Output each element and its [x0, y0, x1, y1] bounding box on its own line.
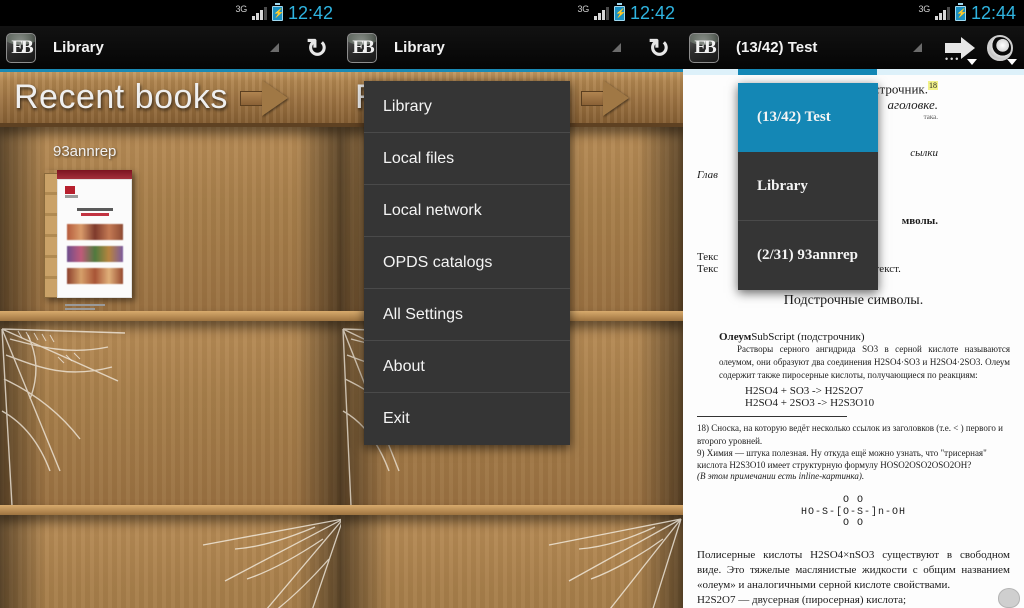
signal-bars-icon — [934, 6, 950, 20]
doc-equation: H2SO4 + 2SO3 -> H2S3O10 — [745, 397, 875, 410]
menu-item-about[interactable]: About — [364, 341, 570, 393]
bookshelf: Recent books — [341, 72, 683, 608]
overflow-menu[interactable]: Library Local files Local network OPDS c… — [364, 81, 570, 445]
tab-item-library[interactable]: Library — [738, 152, 878, 221]
app-logo-text: EB — [352, 36, 374, 58]
spiderweb-decoration — [0, 321, 130, 511]
goto-page-button[interactable]: ••• — [940, 26, 980, 69]
dropdown-caret-icon[interactable] — [913, 43, 922, 52]
battery-charging-icon — [954, 2, 966, 21]
more-dots-icon: ••• — [945, 54, 961, 64]
doc-footnote: 9) Химия — штука полезная. Ну откуда ещё… — [697, 447, 987, 470]
status-bar: 3G 12:44 — [683, 0, 1024, 26]
app-logo-text: EB — [11, 36, 33, 58]
doc-paragraph: Растворы серного ангидрида SO3 в серной … — [719, 344, 1010, 381]
signal-bars-icon — [593, 6, 609, 20]
formula-line: O O — [842, 495, 864, 507]
shelf-title: Recent books — [14, 78, 228, 116]
tab-item-93annrep[interactable]: (2/31) 93annrep — [738, 221, 878, 290]
doc-paragraph: Полисерные кислоты H2SO4×nSO3 существуют… — [697, 548, 1010, 592]
status-bar: 3G 12:42 — [341, 0, 683, 26]
doc-text: SubScript (подстрочник) — [751, 331, 865, 344]
doc-heading: Подстрочные символы. — [783, 293, 924, 309]
app-logo-icon[interactable]: EB — [689, 32, 719, 63]
book-cover-thumbnail[interactable] — [44, 170, 132, 310]
menu-item-exit[interactable]: Exit — [364, 393, 570, 445]
shelf-row — [0, 515, 341, 608]
action-bar: EB Library — [0, 26, 341, 69]
book-title-label: 93annrep — [53, 143, 117, 160]
shelf-row — [341, 515, 683, 608]
refresh-button[interactable] — [639, 26, 679, 69]
refresh-icon — [305, 36, 329, 60]
status-clock: 12:42 — [629, 2, 675, 23]
dropdown-caret-icon[interactable] — [270, 43, 279, 52]
dropdown-caret-icon[interactable] — [612, 43, 621, 52]
battery-charging-icon — [271, 2, 283, 21]
formula-line: O O — [842, 518, 864, 530]
book-cover-art — [57, 179, 132, 310]
chevron-down-icon — [967, 59, 977, 65]
doc-footnote: (В этом примечании есть inline-картинка)… — [697, 471, 865, 482]
status-clock: 12:42 — [287, 2, 333, 23]
chevron-down-icon — [1007, 59, 1017, 65]
network-type-label: 3G — [918, 3, 931, 14]
app-logo-icon[interactable]: EB — [347, 32, 377, 63]
page-turn-thumb[interactable] — [998, 588, 1020, 608]
wood-arrow-icon[interactable] — [580, 79, 629, 116]
action-bar-title[interactable]: Library — [394, 39, 445, 56]
doc-text: Олеум — [719, 331, 752, 344]
status-clock: 12:44 — [970, 2, 1016, 23]
doc-line: ОлеумSubScript (подстрочник) — [697, 331, 1010, 343]
menu-item-all-settings[interactable]: All Settings — [364, 289, 570, 341]
tab-item-test[interactable]: (13/42) Test — [738, 83, 878, 152]
refresh-button[interactable] — [297, 26, 337, 69]
search-icon — [987, 34, 1013, 61]
shelf-row — [0, 321, 341, 515]
network-type-label: 3G — [577, 3, 590, 14]
three-panel-screenshot: 3G 12:42 EB Library Recent books 93annre… — [0, 0, 1024, 608]
action-bar-title[interactable]: Library — [53, 39, 104, 56]
structural-formula-image: O O HO-S-[O-S-]n-OH O O — [697, 495, 1010, 530]
document-page[interactable]: строчник.18 аголовке. така. сылки Глав м… — [683, 75, 1024, 608]
network-type-label: 3G — [235, 3, 248, 14]
doc-text: Текс — [697, 263, 719, 276]
signal-bars-icon — [251, 6, 267, 20]
status-bar: 3G 12:42 — [0, 0, 341, 26]
book-top-edge — [57, 170, 132, 179]
footnote-separator — [697, 416, 847, 418]
search-button[interactable] — [980, 26, 1020, 69]
panel-left: 3G 12:42 EB Library Recent books 93annre… — [0, 0, 341, 608]
menu-item-library[interactable]: Library — [364, 81, 570, 133]
action-bar: EB (13/42) Test ••• — [683, 26, 1024, 69]
doc-list-item: H2S2O7 — двусерная (пиросерная) кислота; — [697, 593, 907, 606]
refresh-icon — [647, 36, 671, 60]
menu-item-local-files[interactable]: Local files — [364, 133, 570, 185]
panel-right: 3G 12:44 EB (13/42) Test ••• — [683, 0, 1024, 608]
doc-footnote: 18) Сноска, на которую ведёт несколько с… — [697, 423, 1003, 446]
spiderweb-decoration — [195, 515, 341, 608]
doc-text: строчник. — [873, 81, 928, 97]
doc-equation: H2SO4 + SO3 -> H2S2O7 — [745, 385, 864, 398]
menu-item-opds-catalogs[interactable]: OPDS catalogs — [364, 237, 570, 289]
formula-line: HO-S-[O-S-]n-OH — [800, 506, 906, 518]
wood-arrow-icon[interactable] — [239, 79, 288, 116]
bookshelf: Recent books 93annrep — [0, 72, 341, 608]
shelf-header: Recent books — [0, 72, 341, 127]
battery-charging-icon — [613, 2, 625, 21]
app-logo-text: EB — [694, 36, 716, 58]
tab-switcher-menu[interactable]: (13/42) Test Library (2/31) 93annrep — [738, 83, 878, 290]
menu-item-local-network[interactable]: Local network — [364, 185, 570, 237]
footnote-marker: 18 — [928, 81, 938, 90]
shelf-row: 93annrep — [0, 127, 341, 321]
app-logo-icon[interactable]: EB — [6, 32, 36, 63]
action-bar: EB Library — [341, 26, 683, 69]
action-bar-title[interactable]: (13/42) Test — [736, 39, 817, 56]
panel-middle: 3G 12:42 EB Library Recent books — [341, 0, 683, 608]
spiderweb-decoration — [541, 515, 683, 608]
